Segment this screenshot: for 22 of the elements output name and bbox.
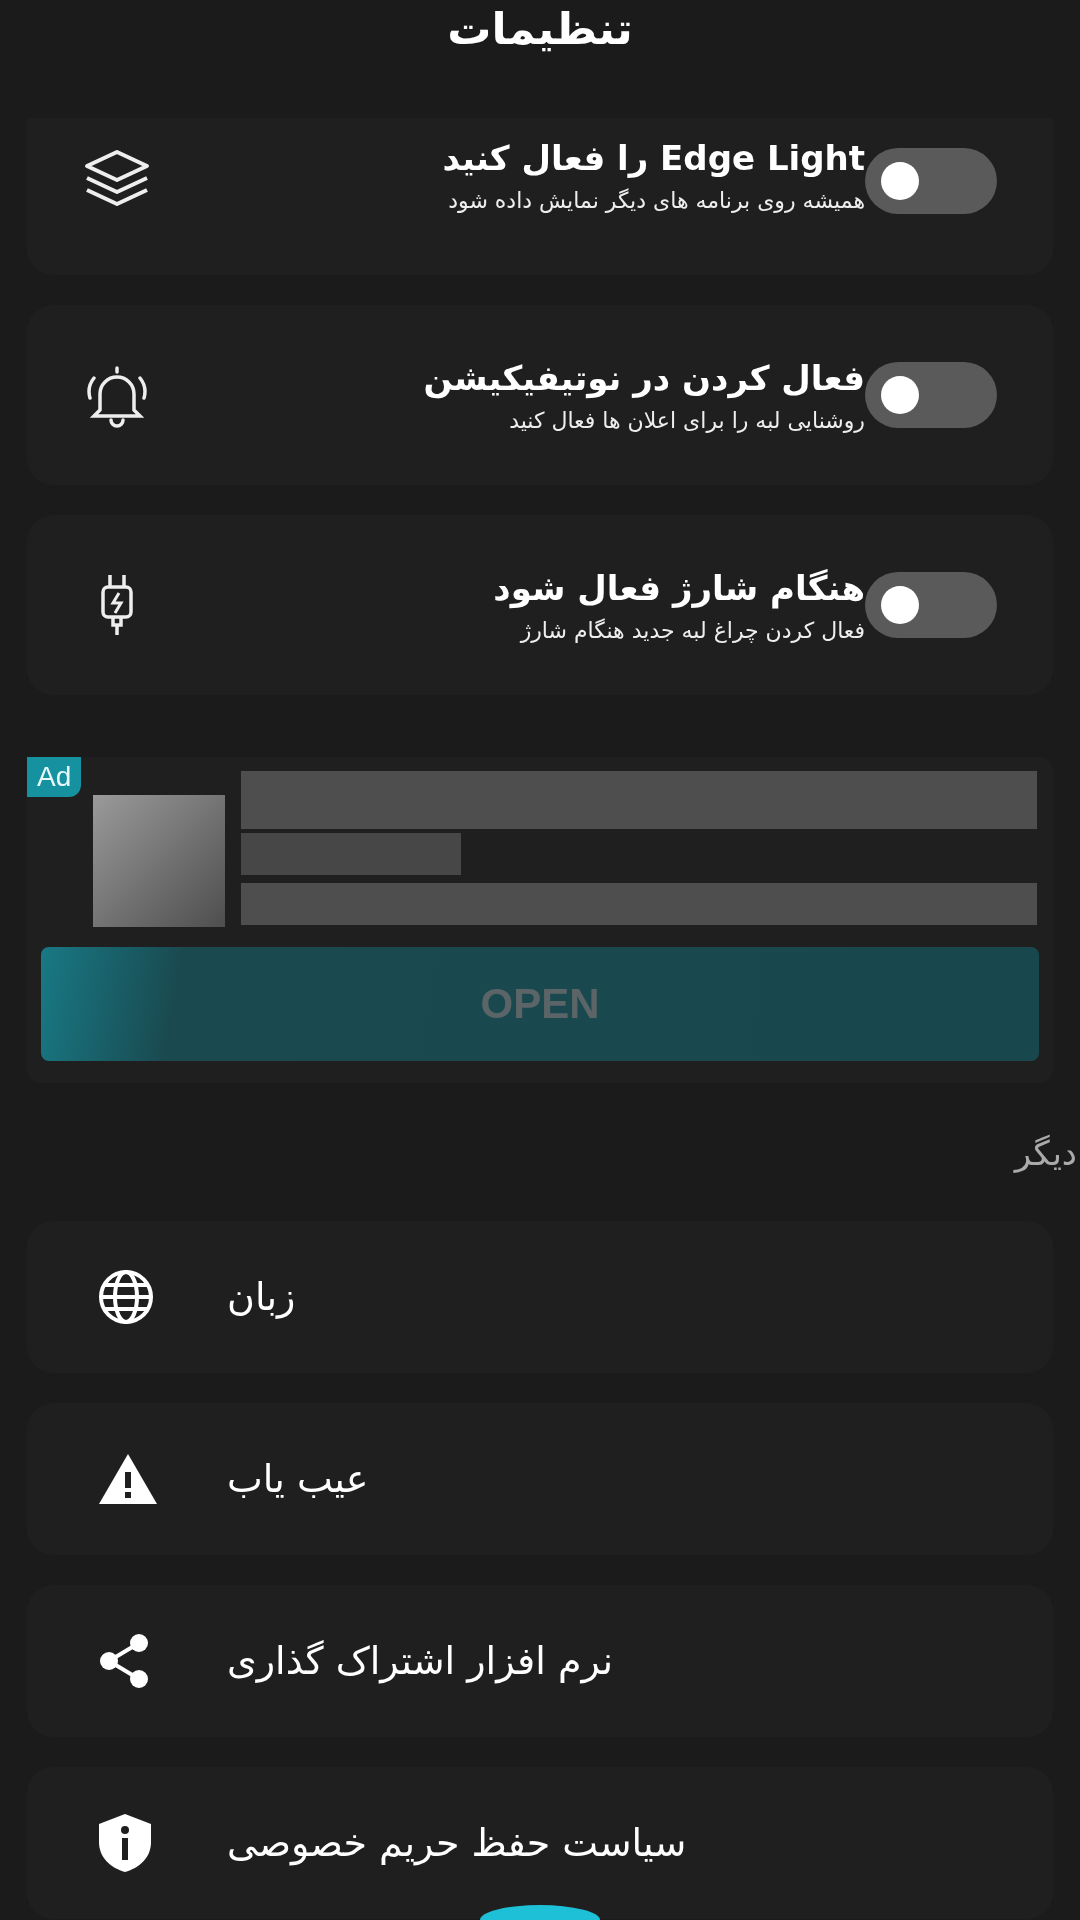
menu-label: عیب یاب [227,1457,369,1501]
menu-item[interactable]: عیب یاب [27,1403,1053,1555]
menu-label: زبان [227,1275,296,1319]
page-title: تنظیمات [446,2,634,56]
share-icon [97,1633,151,1689]
ad-badge: Ad [27,757,82,797]
menu-item[interactable]: نرم افزار اشتراک گذاری [27,1585,1053,1737]
shield-info-icon [97,1812,153,1874]
menu-label: نرم افزار اشتراک گذاری [227,1639,613,1683]
setting-description: روشنایی لبه را برای اعلان ها فعال کنید [509,407,865,433]
setting-description: فعال کردن چراغ لبه جدید هنگام شارژ [520,617,865,643]
warning-icon [97,1452,159,1506]
setting-title: را فعال کنید Edge Light [442,138,865,178]
setting-title: هنگام شارژ فعال شود [493,567,865,608]
menu-item[interactable]: سیاست حفظ حریم خصوصی [27,1767,1053,1919]
setting-title: فعال کردن در نوتیفیکیشن [423,357,865,398]
globe-icon [97,1268,155,1326]
menu-item[interactable]: زبان [27,1221,1053,1373]
menu-label: سیاست حفظ حریم خصوصی [227,1821,687,1865]
section-label: دیگر [1014,1133,1077,1175]
setting-description: همیشه روی برنامه های دیگر نمایش داده شود [448,188,865,213]
plug-icon [99,573,135,637]
